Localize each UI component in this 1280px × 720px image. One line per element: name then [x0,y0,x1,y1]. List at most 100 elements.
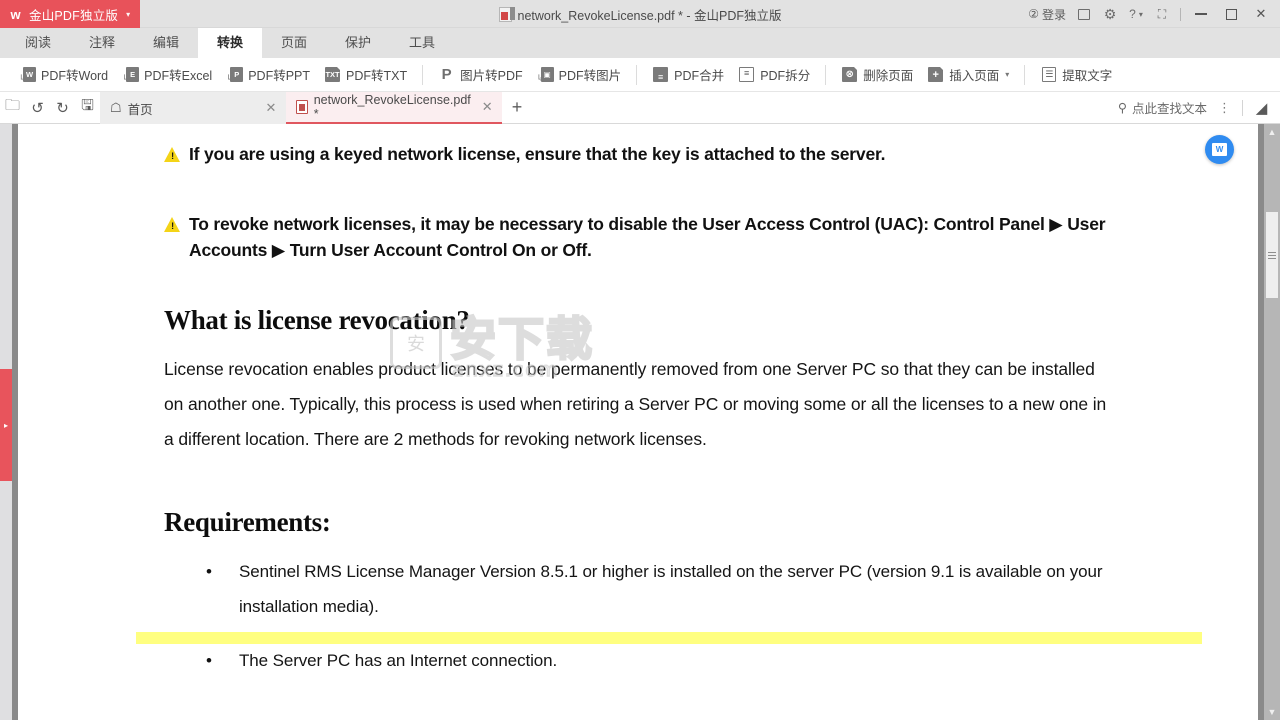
toolbar-extract-text[interactable]: ☰ 提取文字 [1033,61,1119,89]
save-button[interactable]: 🖫 [75,92,100,123]
toolbar-insert-page[interactable]: + 插入页面 ▾ [920,61,1016,89]
pdf-viewer: ▸ If you are using a keyed network licen… [0,124,1280,720]
undo-button[interactable]: ↺ [25,92,50,123]
new-tab-button[interactable]: + [502,92,532,123]
toolbar-pdf-to-excel[interactable]: E ↳ PDF转Excel [115,61,219,89]
toolbar-label: PDF转PPT [248,69,311,83]
heading-requirements: Requirements: [164,507,331,538]
collapse-ribbon-icon: ◢ [1255,99,1268,117]
warning-line-1: If you are using a keyed network license… [164,142,1112,167]
minimize-button[interactable] [1186,0,1216,28]
window-controls: ② 登录 ⚙ ? ▾ ⛶ ✕ [1023,0,1280,28]
ribbon-tab-edit[interactable]: 编辑 [134,28,198,58]
pdf-to-txt-icon: TXT [324,66,342,83]
list-item: The Server PC has an Internet connection… [136,632,1202,678]
more-options-button[interactable]: ⋮ [1213,100,1236,116]
fullscreen-button[interactable]: ⛶ [1149,0,1175,28]
insert-page-icon: + [927,66,945,83]
toolbar-merge-pdf[interactable]: ≡ PDF合并 [645,61,731,89]
pdf-page[interactable]: If you are using a keyed network license… [18,124,1258,720]
warning-icon [164,147,181,162]
toolbar-divider [1024,64,1026,85]
icon-glyph: P [441,66,452,83]
toolbar-divider [825,64,827,85]
delete-page-icon: ⊗ [841,66,859,83]
scroll-up-button[interactable]: ▲ [1268,124,1277,140]
pdf-to-word-icon: W ↳ [19,66,36,83]
toolbar-split-pdf[interactable]: ≡ PDF拆分 [731,61,817,89]
tab-home[interactable]: ☖ 首页 ✕ [100,92,286,124]
fullscreen-icon: ⛶ [1157,6,1167,21]
vertical-scrollbar[interactable]: ▲ ▼ [1264,124,1280,720]
open-folder-icon: 🗀 [4,97,20,114]
settings-button[interactable]: ⚙ [1097,0,1123,28]
gear-icon: ⚙ [1103,6,1117,22]
warning-line-2: To revoke network licenses, it may be ne… [164,212,1112,263]
close-icon[interactable]: ✕ [264,100,278,116]
maximize-button[interactable] [1216,0,1246,28]
chevron-down-icon[interactable]: ▾ [126,10,130,19]
maximize-icon [1225,8,1237,20]
list-item-text: The Server PC has an Internet connection… [239,651,558,671]
search-input[interactable]: ⚲ 点此查找文本 [1114,98,1211,117]
toolbar-pdf-to-txt[interactable]: TXT PDF转TXT [317,61,414,89]
toolbar-pdf-to-ppt[interactable]: P ↳ PDF转PPT [219,61,317,89]
login-button[interactable]: ② 登录 [1023,0,1071,28]
undo-icon: ↺ [31,99,44,117]
grip-icon [1268,250,1276,261]
icon-arrow: ↳ [536,73,545,83]
scroll-down-button[interactable]: ▼ [1264,704,1280,720]
collapse-ribbon-button[interactable]: ◢ [1249,99,1274,117]
toolbar-label: PDF转TXT [346,69,408,83]
app-brand-label: 金山PDF独立版 [29,8,119,23]
feedback-icon [1078,8,1090,20]
ribbon-tab-tools[interactable]: 工具 [390,28,454,58]
icon-arrow: ↳ [226,73,234,83]
highlight-band [136,632,1202,645]
toolbar-delete-page[interactable]: ⊗ 删除页面 [834,61,920,89]
pdf-to-image-icon: ▣ ↳ [537,66,554,83]
tab-home-label: 首页 [127,102,153,117]
ribbon-tab-annotate[interactable]: 注释 [70,28,134,58]
toolbar-pdf-to-word[interactable]: W ↳ PDF转Word [12,61,115,89]
feedback-button[interactable] [1071,0,1097,28]
open-file-button[interactable]: 🗀 [0,92,25,123]
toolbar-label: 插入页面 [949,69,1000,83]
close-icon[interactable]: ✕ [480,99,494,115]
close-icon: ✕ [1255,6,1267,21]
divider [1180,7,1181,21]
icon-glyph: ☰ [1042,67,1057,82]
toolbar-image-to-pdf[interactable]: P 图片转PDF [431,61,530,89]
title-bar: w 金山PDF独立版 ▾ network_RevokeLicense.pdf *… [0,0,1280,28]
toolbar-divider [636,64,638,85]
close-button[interactable]: ✕ [1246,0,1276,28]
home-icon: ☖ [110,100,122,115]
icon-arrow: ↳ [122,73,130,83]
paragraph-license-revocation: License revocation enables product licen… [164,359,1107,450]
convert-toolbar: W ↳ PDF转Word E ↳ PDF转Excel P ↳ PDF转PPT TXT … [0,58,1280,92]
pdf-to-excel-icon: E ↳ [122,66,140,83]
warning-icon [164,217,181,233]
help-button[interactable]: ? ▾ [1123,0,1149,28]
ribbon-tab-page[interactable]: 页面 [262,28,326,58]
expand-left-panel-handle[interactable]: ▸ [0,369,12,481]
redo-button[interactable]: ↻ [50,92,75,123]
pdf-to-ppt-icon: P ↳ [226,66,244,83]
document-tab-strip: 🗀 ↺ ↻ 🖫 ☖ 首页 ✕ network_RevokeLicense.pdf… [0,92,1280,124]
chevron-down-icon[interactable]: ▾ [1005,70,1009,79]
tab-network-revokelicense-pdf[interactable]: network_RevokeLicense.pdf * ✕ [286,92,502,124]
pdf-to-word-fab-button[interactable]: W ↳ [1205,135,1234,164]
ribbon-tab-read[interactable]: 阅读 [6,28,70,58]
ribbon-tab-protect[interactable]: 保护 [326,28,390,58]
scrollbar-thumb[interactable] [1266,212,1278,298]
help-icon: ? [1129,7,1136,21]
toolbar-pdf-to-image[interactable]: ▣ ↳ PDF转图片 [530,61,629,89]
ribbon-tab-convert[interactable]: 转换 [198,28,262,58]
divider [1242,99,1243,116]
app-brand-button[interactable]: w 金山PDF独立版 ▾ [0,0,141,28]
toolbar-label: PDF转Excel [144,69,213,83]
icon-dogear [940,67,945,71]
merge-pdf-icon: ≡ [652,66,669,83]
login-label: 登录 [1041,7,1066,22]
toolbar-label: 删除页面 [863,69,914,83]
